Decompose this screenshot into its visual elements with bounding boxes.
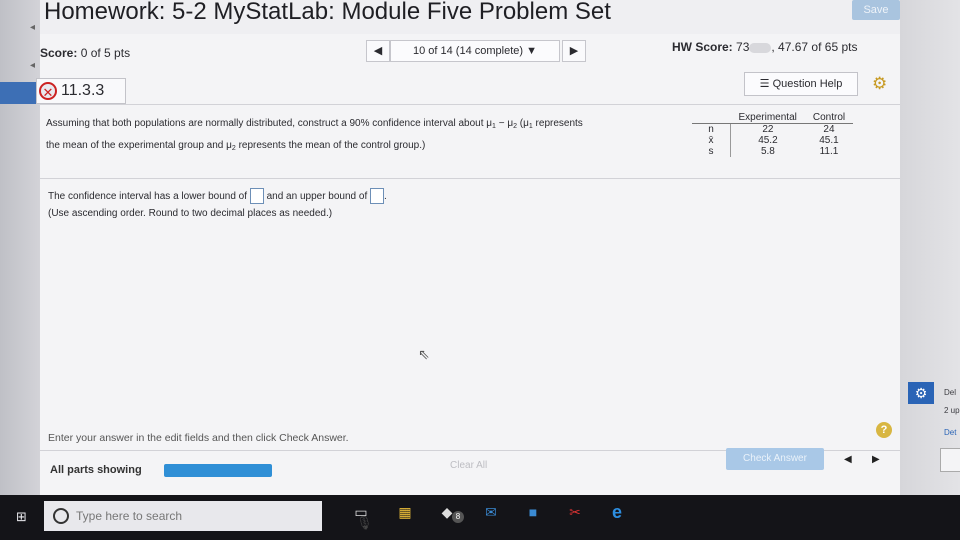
problem-number: ✕ 11.3.3 — [36, 78, 126, 104]
question-progress-dropdown[interactable]: 10 of 14 (14 complete) ▼ — [390, 40, 560, 62]
table-cell: 11.1 — [819, 146, 839, 157]
title-bar: Homework: 5-2 MyStatLab: Module Five Pro… — [40, 0, 900, 35]
table-header-row: Experimental Control — [692, 112, 854, 124]
settings-gear-icon[interactable]: ⚙ — [908, 382, 934, 404]
table-header: Experimental — [730, 112, 805, 124]
side-label: Del — [944, 388, 957, 397]
previous-question-button[interactable]: ◀ — [366, 40, 390, 62]
hint-text: Enter your answer in the edit fields and… — [48, 432, 349, 444]
mail-icon[interactable]: ✉ — [482, 503, 500, 521]
row-label: n — [692, 123, 731, 135]
answer-text: The confidence interval has a lower boun… — [48, 191, 248, 202]
score-label: Score: — [40, 46, 78, 60]
table-row: s 5.8 11.1 — [692, 146, 853, 157]
help-icon[interactable]: ? — [876, 422, 892, 438]
question-help-button[interactable]: ☰ Question Help — [744, 72, 858, 96]
question-text-part: represents — [532, 118, 583, 129]
hw-score-start: 73 — [736, 40, 750, 54]
list-icon: ☰ — [759, 78, 770, 90]
check-answer-button[interactable]: Check Answer — [726, 448, 824, 470]
save-button[interactable]: Save — [852, 0, 900, 20]
question-text-part: − μ — [495, 118, 514, 129]
question-text-part: (μ — [517, 118, 529, 129]
snipping-tool-icon[interactable]: ✂ — [566, 503, 584, 521]
next-part-button[interactable]: ▶ — [872, 454, 880, 465]
clear-all-button[interactable]: Clear All — [450, 460, 487, 471]
left-panel: ◂ ◂ — [0, 0, 40, 495]
table-cell: 5.8 — [760, 146, 775, 157]
taskbar: ⊞ Type here to search 🎙 ▭ ▦ ◆ 8 ✉ ■ ✂ e — [0, 495, 960, 540]
side-link[interactable]: Det — [944, 428, 956, 437]
table-header — [692, 112, 731, 124]
row-label: x̄ — [692, 135, 731, 146]
windows-start-icon[interactable]: ⊞ — [16, 509, 27, 525]
next-question-button[interactable]: ▶ — [562, 40, 586, 62]
left-panel-glyph: ◂ — [30, 60, 36, 71]
side-label: 2 up — [944, 406, 960, 415]
table-row: x̄ 45.2 45.1 — [692, 135, 853, 146]
problem-page: Score: 0 of 5 pts ◀ 10 of 14 (14 complet… — [36, 34, 900, 495]
score-value: 0 of 5 pts — [80, 46, 131, 60]
gear-icon[interactable]: ⚙ — [872, 74, 887, 94]
search-placeholder: Type here to search — [76, 509, 183, 523]
row-label: s — [692, 146, 731, 157]
previous-part-button[interactable]: ◀ — [844, 454, 852, 465]
answer-text: and an upper bound of — [266, 191, 368, 202]
edge-browser-icon[interactable]: e — [608, 503, 626, 521]
taskbar-search[interactable]: Type here to search 🎙 — [44, 501, 373, 531]
hw-score: HW Score: 73 , 47.67 of 65 pts — [672, 40, 857, 54]
right-panel — [900, 0, 960, 495]
left-panel-glyph: ◂ — [30, 22, 36, 33]
app-icon[interactable]: ■ — [524, 503, 542, 521]
table-cell: 24 — [823, 124, 835, 135]
task-view-icon[interactable]: ▭ — [352, 503, 370, 521]
hw-score-end: , 47.67 of 65 pts — [771, 40, 858, 54]
question-text-part: represents the mean of the control group… — [235, 140, 426, 151]
triangle-right-icon: ▶ — [569, 45, 579, 57]
answer-instructions: (Use ascending order. Round to two decim… — [48, 208, 333, 219]
divider — [40, 104, 900, 105]
hw-score-label: HW Score: — [672, 40, 733, 54]
table-cell: 22 — [762, 124, 774, 135]
upper-bound-input[interactable] — [370, 188, 385, 205]
notification-badge: 8 — [452, 511, 464, 523]
parts-progress-bar — [164, 464, 272, 477]
side-button[interactable] — [940, 448, 960, 472]
table-cell: 45.1 — [819, 135, 839, 146]
score: Score: 0 of 5 pts — [40, 46, 130, 60]
answer-section: The confidence interval has a lower boun… — [48, 188, 387, 222]
lower-bound-input[interactable] — [249, 188, 264, 205]
glare — [749, 42, 772, 53]
statistics-table: Experimental Control n 22 24 x̄ 45.2 45.… — [692, 112, 854, 157]
question-text: Assuming that both populations are norma… — [46, 114, 686, 158]
store-icon[interactable]: ▦ — [396, 503, 414, 521]
table-header: Control — [804, 112, 854, 124]
search-icon — [53, 508, 69, 524]
question-help-label: Question Help — [772, 78, 843, 90]
table-cell: 45.2 — [758, 135, 778, 146]
table-row: n 22 24 — [692, 123, 853, 135]
question-text-part: the mean of the experimental group and μ — [46, 140, 232, 151]
mouse-cursor-icon: ⇖ — [418, 346, 430, 362]
x-circle-icon: ✕ — [39, 81, 57, 100]
question-text-part: Assuming that both populations are norma… — [46, 118, 493, 129]
homework-title: Homework: 5-2 MyStatLab: Module Five Pro… — [44, 0, 611, 25]
problem-id-text: 11.3.3 — [61, 82, 105, 99]
divider — [40, 178, 900, 179]
left-active-item[interactable] — [0, 82, 40, 104]
triangle-left-icon: ◀ — [373, 45, 383, 57]
answer-text: . — [384, 191, 387, 202]
all-parts-showing: All parts showing — [50, 464, 142, 476]
